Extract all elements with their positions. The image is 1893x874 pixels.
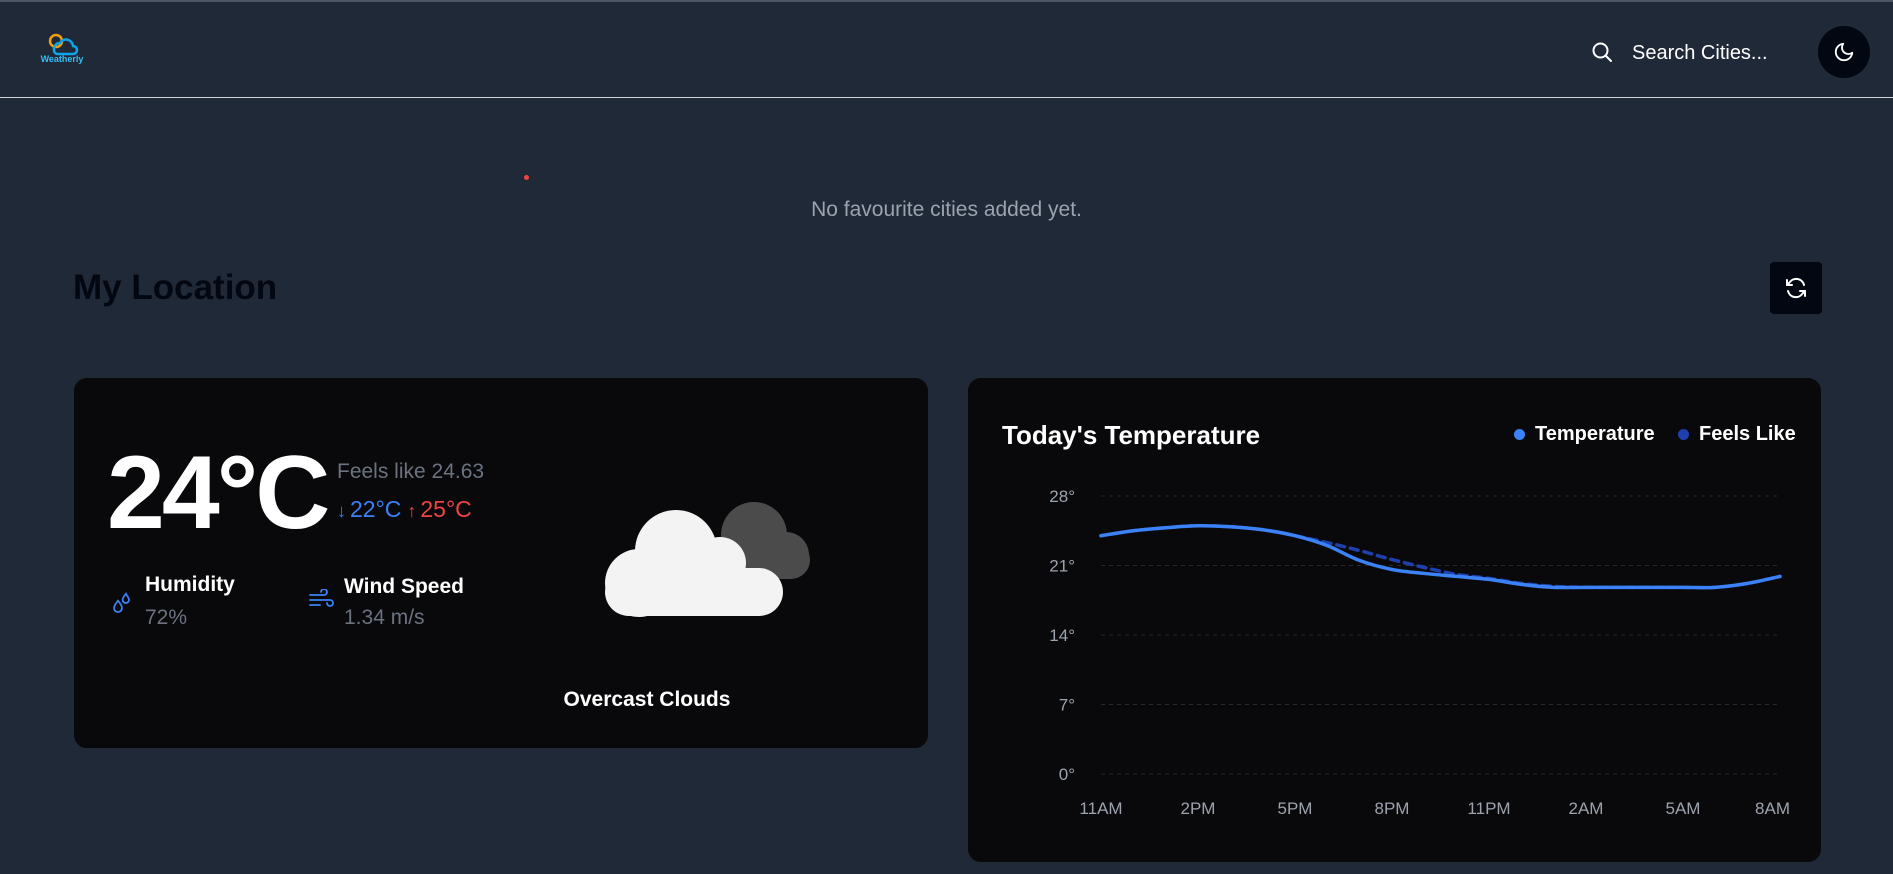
- x-tick-label: 5PM: [1278, 799, 1313, 818]
- max-temperature: ↑ 25°C: [407, 496, 471, 522]
- x-tick-label: 8PM: [1375, 799, 1410, 818]
- x-tick-label: 2AM: [1569, 799, 1604, 818]
- temperature-chart-card: Today's Temperature Temperature Feels Li…: [967, 377, 1822, 863]
- refresh-icon: [1786, 277, 1806, 299]
- overcast-clouds-icon: [605, 502, 810, 617]
- humidity-value: 72%: [145, 606, 188, 629]
- x-tick-label: 5AM: [1666, 799, 1701, 818]
- y-tick-label: 7°: [1059, 696, 1075, 715]
- droplets-icon: [113, 592, 130, 613]
- search-input[interactable]: [1630, 32, 1804, 74]
- logo[interactable]: Weatherly: [36, 32, 88, 68]
- favourites-empty-message: No favourite cities added yet.: [811, 198, 1082, 221]
- y-tick-label: 21°: [1049, 557, 1075, 576]
- x-tick-label: 8AM: [1755, 799, 1790, 818]
- theme-toggle-button[interactable]: [1818, 26, 1870, 78]
- y-tick-label: 28°: [1049, 487, 1075, 506]
- refresh-button[interactable]: [1770, 262, 1822, 314]
- logo-text: Weatherly: [40, 54, 84, 64]
- moon-icon: [1834, 42, 1854, 62]
- min-max-temperature: ↓ 22°C ↑ 25°C: [337, 496, 472, 523]
- feels-like-text: Feels like 24.63: [337, 460, 485, 483]
- min-temperature-value: 22°C: [350, 496, 402, 522]
- x-tick-label: 11PM: [1467, 799, 1510, 818]
- y-tick-label: 0°: [1059, 765, 1075, 784]
- temperature-series-line: [1099, 524, 1782, 590]
- arrow-down-icon: ↓: [337, 501, 346, 521]
- y-tick-label: 14°: [1049, 626, 1075, 645]
- temperature-line-chart: 0° 7° 14° 21° 28° 11AM 2PM 5PM 8PM 11PM 2AM 5AM 8AM: [1049, 487, 1790, 818]
- current-weather-card: 24°C Feels like 24.63 ↓ 22°C ↑ 25°C Humidit…: [73, 377, 929, 749]
- feels-like-series-line: [1099, 524, 1782, 590]
- wind-speed-label: Wind Speed: [344, 575, 464, 598]
- wind-speed-value: 1.34 m/s: [344, 606, 425, 629]
- arrow-up-icon: ↑: [407, 501, 417, 521]
- current-temperature: 24°C: [107, 435, 330, 551]
- section-title: My Location: [73, 268, 278, 307]
- search-icon[interactable]: [1590, 40, 1614, 64]
- wind-icon: [309, 589, 334, 607]
- humidity-label: Humidity: [145, 573, 235, 596]
- x-tick-label: 2PM: [1181, 799, 1216, 818]
- weather-condition: Overcast Clouds: [563, 688, 731, 711]
- indicator-dot: [524, 175, 529, 180]
- min-temperature: ↓ 22°C: [337, 496, 401, 522]
- x-tick-label: 11AM: [1079, 799, 1122, 818]
- max-temperature-value: 25°C: [420, 496, 472, 522]
- navbar: Weatherly: [0, 2, 1893, 98]
